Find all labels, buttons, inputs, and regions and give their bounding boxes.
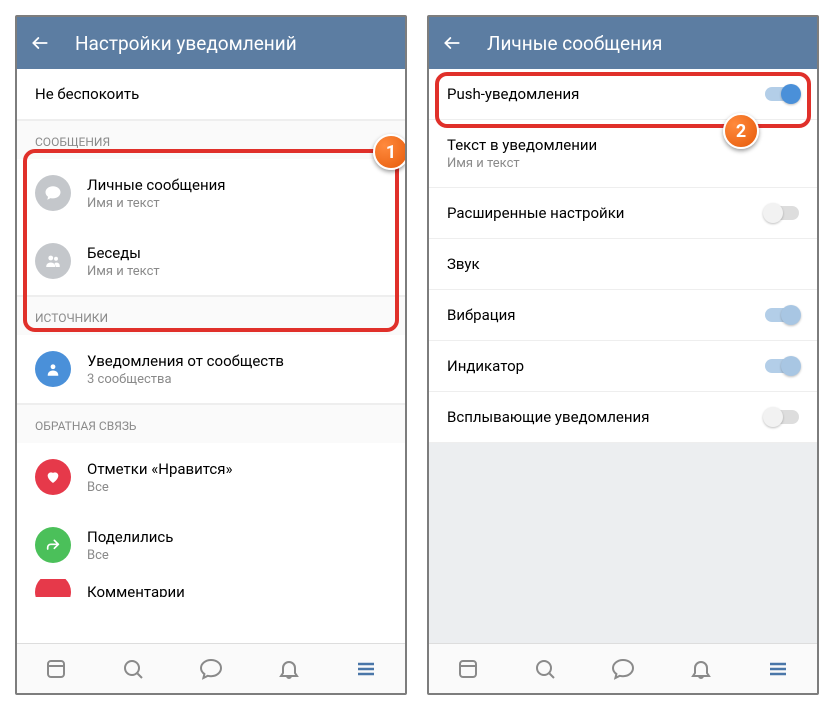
toggle-popup[interactable] [765, 410, 799, 424]
user-circle-icon [35, 351, 71, 387]
callout-1: 1 [373, 134, 407, 170]
nav-news-icon[interactable] [455, 656, 481, 682]
share-icon [35, 527, 71, 563]
row-communities[interactable]: Уведомления от сообществ 3 сообщества [17, 335, 405, 404]
toggle-advanced[interactable] [765, 206, 799, 220]
dnd-label: Не беспокоить [35, 85, 387, 103]
nav-menu-icon[interactable] [765, 656, 791, 682]
vibration-label: Вибрация [447, 306, 749, 324]
row-vibration[interactable]: Вибрация [429, 290, 817, 341]
popup-label: Всплывающие уведомления [447, 408, 749, 426]
group-icon [35, 243, 71, 279]
section-feedback: ОБРАТНАЯ СВЯЗЬ [17, 404, 405, 443]
sound-label: Звук [447, 255, 799, 273]
comment-icon [35, 579, 71, 597]
row-dnd[interactable]: Не беспокоить [17, 69, 405, 120]
row-comments[interactable]: Комментарии [17, 579, 405, 597]
phone-left: Настройки уведомлений Не беспокоить СООБ… [15, 15, 407, 695]
header-title: Личные сообщения [487, 32, 662, 55]
row-personal-messages[interactable]: Личные сообщения Имя и текст [17, 159, 405, 227]
row-indicator[interactable]: Индикатор [429, 341, 817, 392]
nav-menu-icon[interactable] [353, 656, 379, 682]
personal-title: Личные сообщения [87, 176, 387, 194]
row-likes[interactable]: Отметки «Нравится» Все [17, 443, 405, 511]
likes-sub: Все [87, 480, 387, 495]
nav-search-icon[interactable] [120, 656, 146, 682]
bottom-nav [17, 643, 405, 693]
communities-sub: 3 сообщества [87, 372, 387, 387]
nav-messages-icon[interactable] [610, 656, 636, 682]
chat-bubble-icon [35, 175, 71, 211]
personal-sub: Имя и текст [87, 196, 387, 211]
row-advanced[interactable]: Расширенные настройки [429, 188, 817, 239]
text-in-notif-sub: Имя и текст [447, 156, 799, 171]
phone-right: Личные сообщения Push-уведомления Текст … [427, 15, 819, 695]
shares-sub: Все [87, 548, 387, 563]
nav-news-icon[interactable] [43, 656, 69, 682]
section-sources: ИСТОЧНИКИ [17, 296, 405, 335]
row-chats[interactable]: Беседы Имя и текст [17, 227, 405, 296]
nav-search-icon[interactable] [532, 656, 558, 682]
bottom-nav [429, 643, 817, 693]
heart-icon [35, 459, 71, 495]
content-area: Не беспокоить СООБЩЕНИЯ Личные сообщения… [17, 69, 405, 643]
row-sound[interactable]: Звук [429, 239, 817, 290]
shares-title: Поделились [87, 528, 387, 546]
back-icon[interactable] [29, 32, 51, 54]
chats-title: Беседы [87, 244, 387, 262]
row-push[interactable]: Push-уведомления [429, 69, 817, 120]
nav-messages-icon[interactable] [198, 656, 224, 682]
header-bar: Личные сообщения [429, 17, 817, 69]
likes-title: Отметки «Нравится» [87, 460, 387, 478]
chats-sub: Имя и текст [87, 264, 387, 279]
content-area: Push-уведомления Текст в уведомлении Имя… [429, 69, 817, 643]
section-messages: СООБЩЕНИЯ [17, 120, 405, 159]
row-shares[interactable]: Поделились Все [17, 511, 405, 579]
comments-title: Комментарии [87, 583, 387, 597]
nav-notifications-icon[interactable] [688, 656, 714, 682]
back-icon[interactable] [441, 32, 463, 54]
header-bar: Настройки уведомлений [17, 17, 405, 69]
toggle-vibration[interactable] [765, 308, 799, 322]
nav-notifications-icon[interactable] [276, 656, 302, 682]
empty-space [429, 443, 817, 643]
toggle-indicator[interactable] [765, 359, 799, 373]
toggle-push[interactable] [765, 87, 799, 101]
callout-2: 2 [723, 113, 759, 149]
communities-title: Уведомления от сообществ [87, 352, 387, 370]
indicator-label: Индикатор [447, 357, 749, 375]
header-title: Настройки уведомлений [75, 32, 297, 55]
advanced-label: Расширенные настройки [447, 204, 749, 222]
push-label: Push-уведомления [447, 85, 749, 103]
row-popup[interactable]: Всплывающие уведомления [429, 392, 817, 443]
